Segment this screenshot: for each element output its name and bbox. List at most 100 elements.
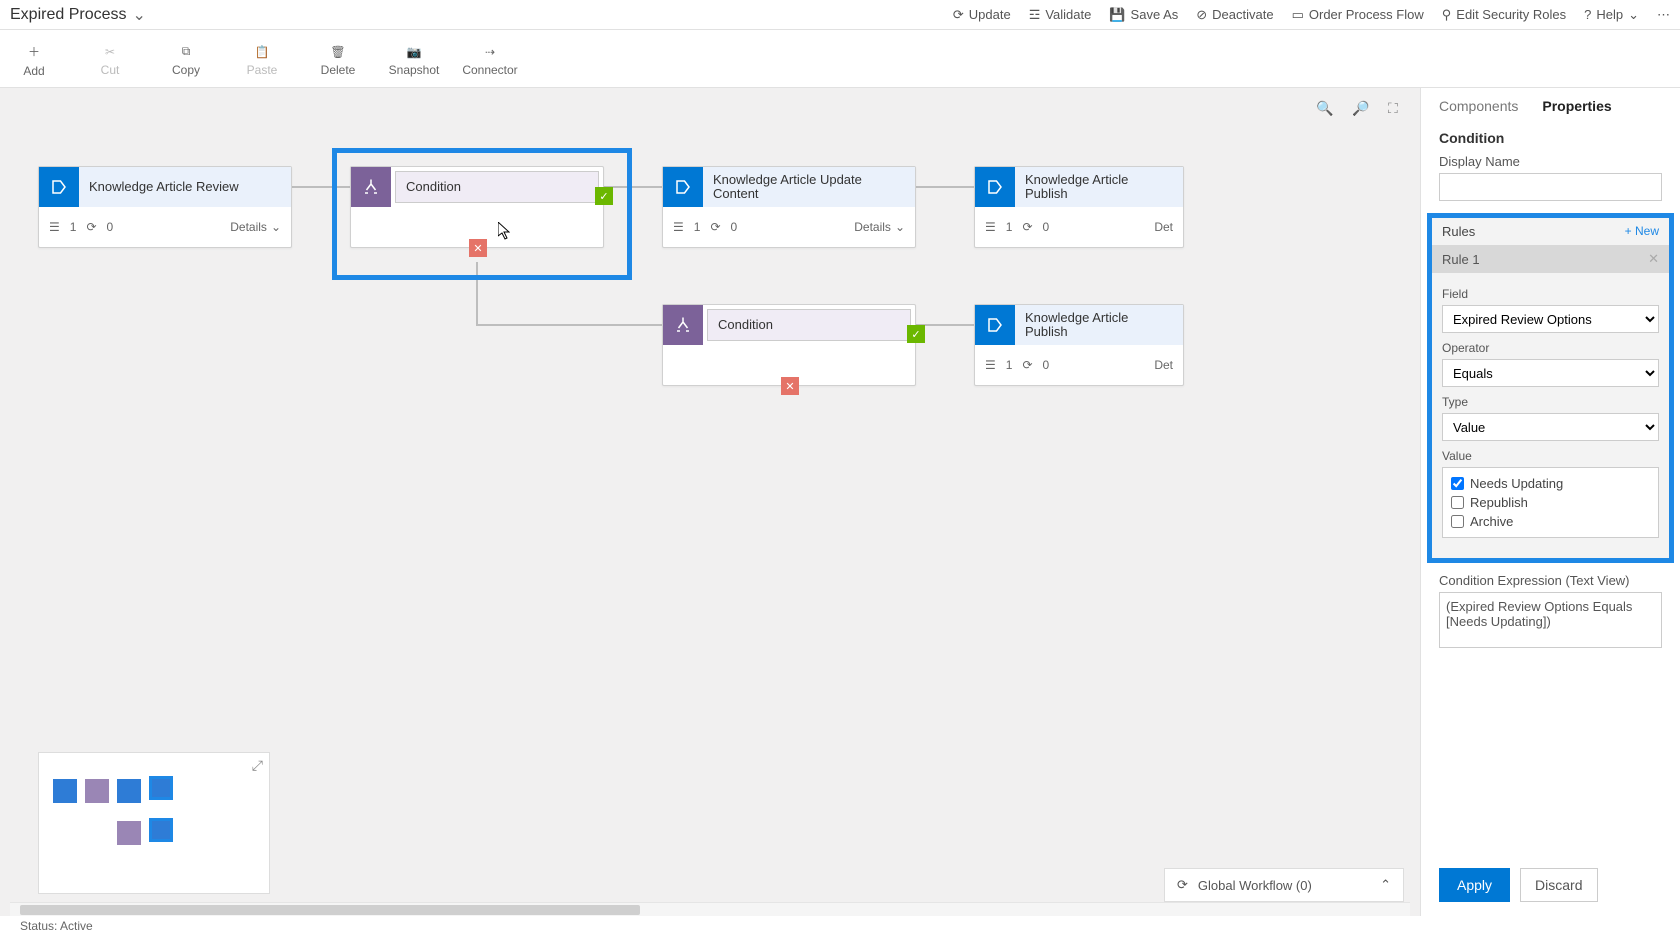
minimap-node (85, 779, 109, 803)
type-label: Type (1442, 395, 1659, 409)
minimap-node (149, 818, 173, 842)
type-select[interactable]: Value (1442, 413, 1659, 441)
top-command-bar: Expired Process ⌄ ⟳Update ☲Validate 💾Sav… (0, 0, 1680, 30)
zoom-out-icon[interactable]: 🔎 (1352, 100, 1370, 118)
checkbox[interactable] (1451, 496, 1464, 509)
node-title: Knowledge Article Publish (1015, 305, 1183, 345)
connector-line (476, 262, 478, 324)
node-title: Knowledge Article Publish (1015, 167, 1183, 207)
tab-components[interactable]: Components (1439, 98, 1518, 114)
save-as-button[interactable]: 💾Save As (1109, 7, 1178, 23)
connector-line (476, 324, 662, 326)
validate-button[interactable]: ☲Validate (1029, 7, 1092, 23)
value-option-archive[interactable]: Archive (1451, 512, 1650, 531)
more-button[interactable]: ⋯ (1657, 7, 1670, 23)
operator-select[interactable]: Equals (1442, 359, 1659, 387)
rule-header[interactable]: Rule 1 ✕ (1432, 245, 1669, 273)
operator-label: Operator (1442, 341, 1659, 355)
display-name-input[interactable] (1439, 173, 1662, 201)
close-icon[interactable]: ✕ (1648, 251, 1659, 267)
value-option-needs-updating[interactable]: Needs Updating (1451, 474, 1650, 493)
paste-button[interactable]: 📋Paste (238, 45, 286, 77)
stage-icon (663, 167, 703, 207)
security-icon: ⚲ (1442, 7, 1452, 23)
save-icon: 💾 (1109, 7, 1125, 23)
edit-security-button[interactable]: ⚲Edit Security Roles (1442, 7, 1566, 23)
scroll-thumb[interactable] (20, 905, 640, 915)
chevron-down-icon: ⌄ (133, 5, 146, 25)
paste-icon: 📋 (255, 45, 270, 59)
cut-button[interactable]: ✂Cut (86, 45, 134, 77)
checkbox[interactable] (1451, 515, 1464, 528)
condition-icon (351, 167, 391, 207)
node-title: Knowledge Article Review (79, 167, 291, 207)
process-title-text: Expired Process (10, 6, 127, 24)
fit-icon[interactable]: ⛶ (1388, 100, 1406, 118)
display-name-label: Display Name (1439, 154, 1662, 169)
minimap-node (117, 821, 141, 845)
plus-icon: ＋ (28, 43, 40, 60)
condition-node-1[interactable]: Condition ✓ ✕ (350, 166, 604, 248)
deactivate-button[interactable]: ⊘Deactivate (1196, 7, 1273, 23)
expression-textarea: (Expired Review Options Equals [Needs Up… (1439, 592, 1662, 648)
value-label: Value (1442, 449, 1659, 463)
help-icon: ? (1584, 7, 1591, 22)
loop-icon: ⟳ (86, 220, 96, 234)
steps-icon: ☰ (673, 220, 684, 234)
refresh-icon: ⟳ (953, 7, 964, 23)
status-text: Status: Active (20, 919, 93, 933)
chevron-down-icon: ⌄ (1628, 7, 1639, 23)
condition-icon (663, 305, 703, 345)
stage-node-update-content[interactable]: Knowledge Article Update Content ☰1 ⟳0 D… (662, 166, 916, 248)
steps-icon: ☰ (985, 220, 996, 234)
condition-node-2[interactable]: Condition ✓ ✕ (662, 304, 916, 386)
tab-properties[interactable]: Properties (1542, 98, 1611, 114)
details-toggle[interactable]: Details⌄ (854, 220, 905, 234)
camera-icon: 📷 (407, 45, 422, 59)
process-title[interactable]: Expired Process ⌄ (10, 5, 146, 25)
discard-button[interactable]: Discard (1520, 868, 1597, 902)
details-toggle[interactable]: Details⌄ (230, 220, 281, 234)
delete-button[interactable]: 🗑Delete (314, 45, 362, 77)
connector-icon: ⇢ (485, 45, 495, 59)
ribbon-toolbar: ＋Add ✂Cut ⧉Copy 📋Paste 🗑Delete 📷Snapshot… (0, 30, 1680, 88)
stage-icon (39, 167, 79, 207)
add-button[interactable]: ＋Add (10, 43, 58, 78)
value-option-republish[interactable]: Republish (1451, 493, 1650, 512)
steps-icon: ☰ (49, 220, 60, 234)
chevron-down-icon: ⌄ (895, 220, 905, 234)
copy-button[interactable]: ⧉Copy (162, 44, 210, 77)
node-title: Condition (707, 309, 911, 341)
cut-icon: ✂ (105, 45, 115, 59)
node-title: Knowledge Article Update Content (703, 167, 915, 207)
connector-line (292, 186, 350, 188)
canvas[interactable]: 🔍 🔎 ⛶ Knowledge Article Review ☰1 ⟳ (0, 88, 1420, 916)
stage-node-publish-2[interactable]: Knowledge Article Publish ☰1 ⟳0 Det (974, 304, 1184, 386)
stage-node-review[interactable]: Knowledge Article Review ☰1 ⟳0 Details⌄ (38, 166, 292, 248)
chevron-down-icon: ⌄ (271, 220, 281, 234)
new-rule-button[interactable]: + New (1625, 224, 1659, 239)
order-flow-button[interactable]: ▭Order Process Flow (1292, 7, 1424, 23)
help-button[interactable]: ?Help⌄ (1584, 7, 1639, 23)
order-icon: ▭ (1292, 7, 1304, 23)
checklist-icon: ☲ (1029, 7, 1041, 23)
properties-panel: Components Properties Condition Display … (1420, 88, 1680, 916)
minimap[interactable]: ⤢ (38, 752, 270, 894)
snapshot-button[interactable]: 📷Snapshot (390, 45, 438, 77)
update-button[interactable]: ⟳Update (953, 7, 1011, 23)
loop-icon: ⟳ (1022, 220, 1032, 234)
details-toggle[interactable]: Det (1154, 358, 1173, 372)
zoom-in-icon[interactable]: 🔍 (1316, 100, 1334, 118)
expand-icon[interactable]: ⤢ (252, 757, 263, 774)
steps-icon: ☰ (985, 358, 996, 372)
false-branch-icon: ✕ (781, 377, 799, 395)
horizontal-scrollbar[interactable] (10, 902, 1410, 916)
details-toggle[interactable]: Det (1154, 220, 1173, 234)
field-select[interactable]: Expired Review Options (1442, 305, 1659, 333)
apply-button[interactable]: Apply (1439, 868, 1510, 902)
connector-button[interactable]: ⇢Connector (466, 45, 514, 77)
checkbox[interactable] (1451, 477, 1464, 490)
global-workflow-bar[interactable]: ⟳ Global Workflow (0) ⌃ (1164, 868, 1404, 902)
value-options: Needs Updating Republish Archive (1442, 467, 1659, 538)
stage-node-publish-1[interactable]: Knowledge Article Publish ☰1 ⟳0 Det (974, 166, 1184, 248)
